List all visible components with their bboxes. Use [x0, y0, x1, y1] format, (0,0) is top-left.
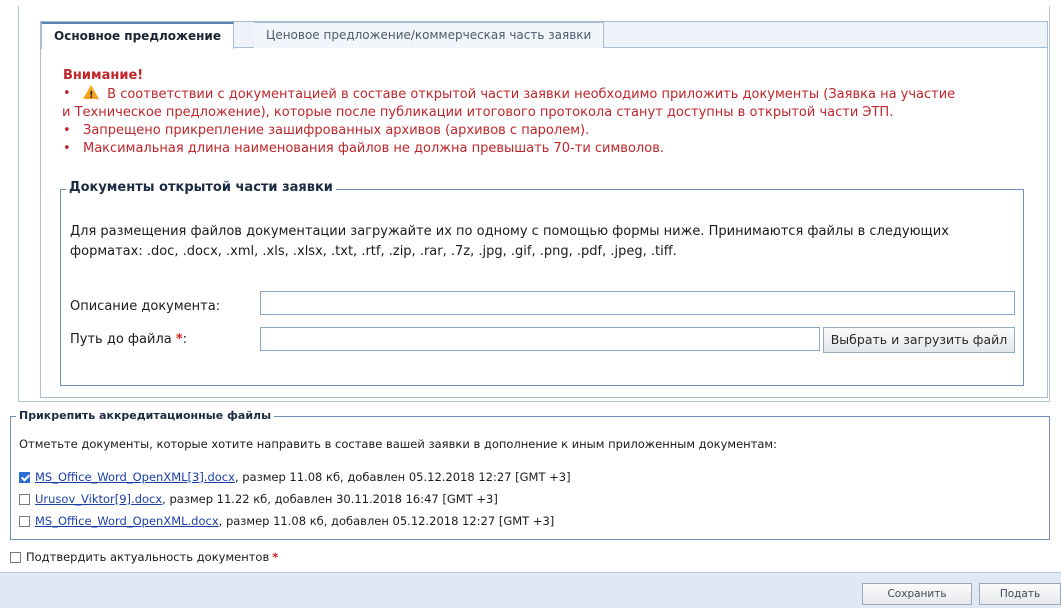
confirm-documents-label[interactable]: Подтвердить актуальность документов: [26, 550, 269, 564]
open-documents-legend: Документы открытой части заявки: [66, 180, 336, 195]
file-checkbox[interactable]: [19, 471, 30, 483]
warning-text: Запрещено прикрепление зашифрованных арх…: [83, 123, 590, 138]
file-link[interactable]: Urusov_Viktor[9].docx: [35, 492, 162, 506]
upload-instructions-line: форматах: .doc, .docx, .xml, .xls, .xlsx…: [70, 244, 677, 259]
upload-instructions: Для размещения файлов документации загру…: [70, 222, 1018, 262]
tab-bar: Основное предложение Ценовое предложение…: [41, 22, 1047, 49]
bullet: •: [63, 123, 71, 138]
upload-instructions-line: Для размещения файлов документации загру…: [70, 224, 949, 239]
tab-main-proposal[interactable]: Основное предложение: [41, 22, 234, 49]
file-path-label-text: Путь до файла: [70, 332, 172, 347]
warning-title: Внимание!: [63, 68, 144, 83]
warning-item: • В соответствии с документацией в соста…: [63, 85, 1023, 105]
warning-text-continued: и Техническое предложение), которые посл…: [62, 105, 894, 120]
form-footer: Сохранить черновик Подать заявку: [0, 572, 1061, 608]
warning-icon: [83, 85, 99, 105]
description-input[interactable]: [260, 291, 1015, 315]
accreditation-file-row: MS_Office_Word_OpenXML[3].docx , размер …: [19, 470, 571, 484]
submit-application-button[interactable]: Подать заявку: [979, 583, 1061, 605]
required-mark: *: [272, 550, 279, 564]
file-link[interactable]: MS_Office_Word_OpenXML[3].docx: [35, 470, 235, 484]
file-path-input[interactable]: [260, 327, 820, 351]
open-documents-fieldset: Документы открытой части заявки Для разм…: [60, 180, 1024, 386]
accreditation-description: Отметьте документы, которые хотите напра…: [19, 437, 777, 451]
file-checkbox[interactable]: [19, 493, 30, 505]
file-checkbox[interactable]: [19, 515, 30, 527]
description-label: Описание документа:: [70, 299, 221, 314]
accreditation-legend: Прикрепить аккредитационные файлы: [16, 409, 275, 422]
accreditation-file-row: MS_Office_Word_OpenXML.docx , размер 11.…: [19, 514, 554, 528]
warning-item: • Запрещено прикрепление зашифрованных а…: [63, 122, 1023, 140]
bullet: •: [63, 141, 71, 156]
confirm-documents-row: Подтвердить актуальность документов *: [10, 550, 278, 564]
warning-item: • Максимальная длина наименования файлов…: [63, 140, 1023, 158]
file-path-label: Путь до файла *:: [70, 332, 187, 347]
file-details: , размер 11.08 кб, добавлен 05.12.2018 1…: [234, 470, 571, 484]
warning-text: Максимальная длина наименования файлов н…: [83, 141, 664, 156]
file-path-label-colon: :: [182, 332, 188, 347]
tab-price-proposal[interactable]: Ценовое предложение/коммерческая часть з…: [254, 22, 605, 48]
bullet: •: [63, 86, 71, 101]
file-details: , размер 11.22 кб, добавлен 30.11.2018 1…: [162, 492, 498, 506]
accreditation-fieldset: Прикрепить аккредитационные файлы Отметь…: [10, 409, 1050, 540]
accreditation-file-row: Urusov_Viktor[9].docx , размер 11.22 кб,…: [19, 492, 498, 506]
confirm-documents-checkbox[interactable]: [10, 551, 21, 563]
required-mark: *: [175, 332, 183, 347]
select-upload-file-button[interactable]: Выбрать и загрузить файл: [823, 327, 1015, 353]
warning-text: В соответствии с документацией в составе…: [107, 87, 956, 102]
warning-block: Внимание! • В соответствии с документаци…: [62, 67, 1023, 158]
file-details: , размер 11.08 кб, добавлен 05.12.2018 1…: [218, 514, 555, 528]
save-draft-button[interactable]: Сохранить черновик: [862, 583, 972, 605]
file-link[interactable]: MS_Office_Word_OpenXML.docx: [35, 514, 219, 528]
